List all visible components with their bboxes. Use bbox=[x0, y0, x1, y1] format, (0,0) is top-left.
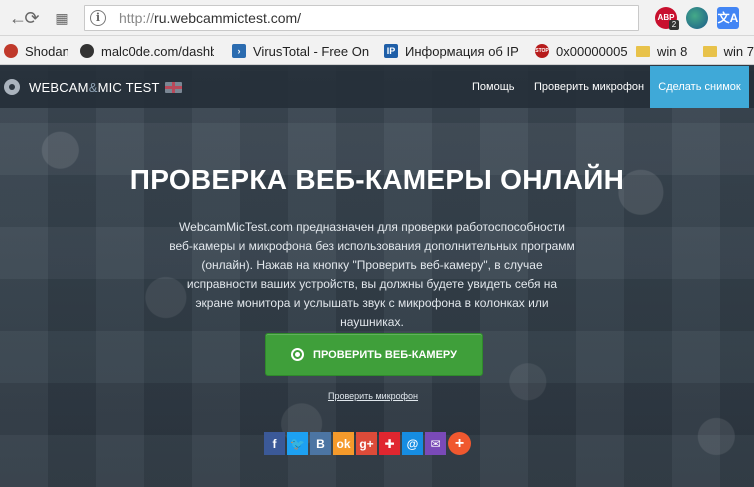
site-info-icon[interactable]: i bbox=[90, 10, 106, 26]
check-webcam-label: ПРОВЕРИТЬ ВЕБ-КАМЕРУ bbox=[313, 348, 457, 361]
translate-icon[interactable]: 文A bbox=[717, 7, 739, 29]
webcam-icon bbox=[291, 348, 305, 361]
bookmark-label: Информация об IP а bbox=[405, 43, 520, 59]
nav-check-mic-link[interactable]: Проверить микрофон bbox=[534, 81, 644, 93]
logo-amp: & bbox=[88, 80, 98, 95]
webcam-logo-icon[interactable] bbox=[4, 79, 20, 95]
address-bar[interactable]: i http://ru.webcammictest.com/ ♥ bbox=[84, 5, 707, 31]
bookmark-label: win 7 bbox=[723, 43, 754, 59]
bookmark-ip-info[interactable]: IP Информация об IP а bbox=[384, 42, 520, 60]
share-buttons: f 🐦 Вok g+ ✚ @ ✉ + bbox=[264, 432, 471, 456]
livejournal-share-button[interactable]: ✚ bbox=[379, 432, 400, 455]
site-logo[interactable]: WEBCAM&MIC TEST bbox=[29, 80, 160, 95]
check-mic-link[interactable]: Проверить микрофон bbox=[0, 391, 746, 401]
mailru-share-button[interactable]: @ bbox=[402, 432, 423, 455]
folder-icon bbox=[636, 45, 650, 57]
email-share-button[interactable]: ✉ bbox=[425, 432, 446, 455]
hero-title: ПРОВЕРКА ВЕБ-КАМЕРЫ ОНЛАЙН bbox=[129, 164, 625, 195]
hero-description: WebcamMicTest.com предназначен для прове… bbox=[169, 220, 575, 329]
bookmark-label: malc0de.com/dashbo bbox=[101, 43, 214, 59]
bookmark-folder-win7[interactable]: win 7 bbox=[703, 42, 754, 60]
bookmark-virustotal[interactable]: › VirusTotal - Free Onli bbox=[232, 42, 370, 60]
site-navbar: WEBCAM&MIC TEST Помощь Проверить микрофо… bbox=[0, 66, 754, 108]
reload-icon[interactable]: ⟳ bbox=[20, 6, 44, 30]
virustotal-icon: › bbox=[232, 44, 246, 58]
bookmark-label: Shodan bbox=[25, 43, 68, 59]
shodan-icon bbox=[4, 44, 18, 58]
url-host: ru.webcammictest.com/ bbox=[154, 10, 302, 26]
bookmark-folder-win8[interactable]: win 8 bbox=[636, 42, 696, 60]
nav-snapshot-button[interactable]: Сделать снимок bbox=[650, 66, 749, 108]
url-text[interactable]: http://ru.webcammictest.com/ bbox=[119, 10, 301, 26]
logo-part1: WEBCAM bbox=[29, 80, 89, 95]
odnoklassniki-share-button[interactable]: ok bbox=[333, 432, 354, 455]
bookmark-malc0de[interactable]: malc0de.com/dashbo bbox=[80, 42, 214, 60]
page-viewport: WEBCAM&MIC TEST Помощь Проверить микрофо… bbox=[0, 66, 754, 487]
stop-icon: STOP bbox=[535, 44, 549, 58]
url-protocol: http:// bbox=[119, 10, 155, 26]
check-webcam-button[interactable]: ПРОВЕРИТЬ ВЕБ-КАМЕРУ bbox=[265, 333, 483, 376]
bookmark-label: VirusTotal - Free Onli bbox=[253, 43, 370, 59]
bookmark-shodan[interactable]: Shodan bbox=[4, 42, 68, 60]
googleplus-share-button[interactable]: g+ bbox=[356, 432, 377, 455]
bug-icon bbox=[80, 44, 94, 58]
vk-share-button[interactable]: В bbox=[310, 432, 331, 455]
apps-grid-icon[interactable]: ▦ bbox=[50, 6, 74, 30]
logo-part2: MIC TEST bbox=[97, 80, 160, 95]
nav-help-link[interactable]: Помощь bbox=[472, 81, 515, 93]
bookmarks-bar: Shodan malc0de.com/dashbo › VirusTotal -… bbox=[0, 36, 754, 65]
folder-icon bbox=[703, 45, 717, 57]
browser-toolbar: ← ⟳ ▦ i http://ru.webcammictest.com/ ♥ A… bbox=[0, 0, 754, 36]
more-share-button[interactable]: + bbox=[448, 432, 471, 455]
language-flag-icon[interactable] bbox=[165, 82, 182, 93]
globe-extension-icon[interactable] bbox=[686, 7, 708, 29]
ip-icon: IP bbox=[384, 44, 398, 58]
facebook-share-button[interactable]: f bbox=[264, 432, 285, 455]
twitter-share-button[interactable]: 🐦 bbox=[287, 432, 308, 455]
bookmark-label: 0x00000005 bbox=[556, 43, 628, 59]
adblock-count-badge: 2 bbox=[669, 20, 679, 30]
bookmark-0x00000005[interactable]: STOP 0x00000005 bbox=[535, 42, 631, 60]
bookmark-label: win 8 bbox=[657, 43, 688, 59]
